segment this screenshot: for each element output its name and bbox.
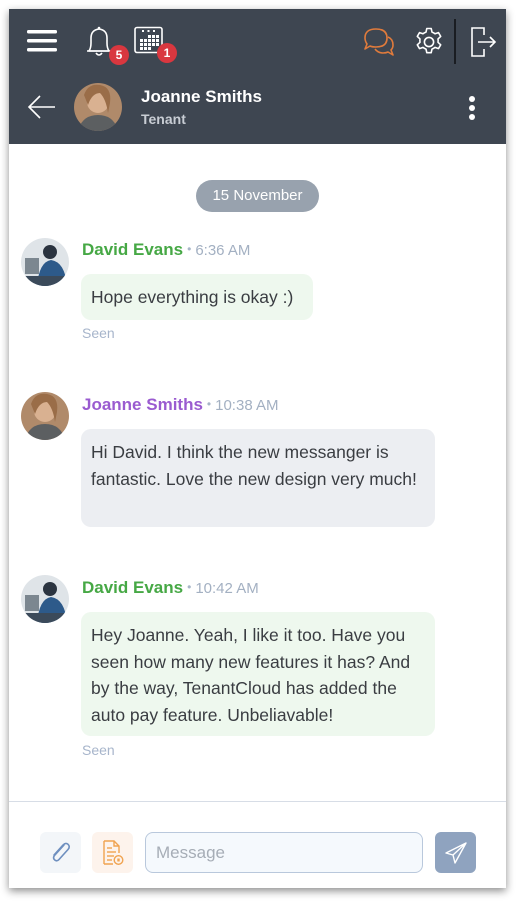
document-button[interactable] — [92, 832, 133, 873]
attach-button[interactable] — [40, 832, 81, 873]
sender-avatar[interactable] — [21, 238, 69, 286]
notifications-badge: 5 — [109, 45, 129, 65]
contact-name: Joanne Smiths — [141, 87, 262, 106]
message-bubble: Hi David. I think the new messanger is f… — [81, 429, 435, 527]
chat-bubbles-icon[interactable] — [362, 26, 396, 58]
top-bar: 5 1 Joanne Smiths Tenant — [9, 9, 506, 144]
app-window: 5 1 Joanne Smiths Tenant 15 November Dav… — [9, 9, 506, 888]
contact-avatar[interactable] — [74, 83, 122, 131]
toolbar-divider — [454, 19, 456, 64]
message-header: David Evans • 6:36 AM — [82, 240, 251, 259]
calendar-badge: 1 — [157, 43, 177, 63]
message-header: David Evans • 10:42 AM — [82, 578, 259, 597]
gear-icon[interactable] — [413, 26, 445, 58]
message-time: 10:42 AM — [195, 580, 259, 597]
date-separator: 15 November — [196, 180, 319, 212]
message-bubble: Hey Joanne. Yeah, I like it too. Have yo… — [81, 612, 435, 736]
send-button[interactable] — [435, 832, 476, 873]
message-time: 6:36 AM — [195, 242, 251, 259]
paper-plane-icon — [445, 842, 467, 864]
message-bubble: Hope everything is okay :) — [81, 274, 313, 320]
composer-divider — [9, 801, 506, 802]
message-status: Seen — [82, 742, 115, 758]
sender-name[interactable]: David Evans — [82, 240, 183, 259]
message-header: Joanne Smiths • 10:38 AM — [82, 395, 279, 414]
paperclip-icon — [52, 842, 71, 862]
sender-name[interactable]: David Evans — [82, 578, 183, 597]
logout-icon[interactable] — [470, 25, 498, 59]
arrow-left-icon[interactable] — [27, 95, 57, 119]
document-lock-icon — [103, 840, 124, 866]
message-input[interactable] — [145, 832, 423, 873]
hamburger-menu-icon[interactable] — [27, 29, 57, 53]
message-status: Seen — [82, 325, 115, 341]
sender-avatar[interactable] — [21, 392, 69, 440]
sender-avatar[interactable] — [21, 575, 69, 623]
sender-name[interactable]: Joanne Smiths — [82, 395, 203, 414]
message-time: 10:38 AM — [215, 397, 279, 414]
contact-role: Tenant — [141, 111, 186, 127]
more-vertical-icon[interactable] — [468, 95, 476, 121]
